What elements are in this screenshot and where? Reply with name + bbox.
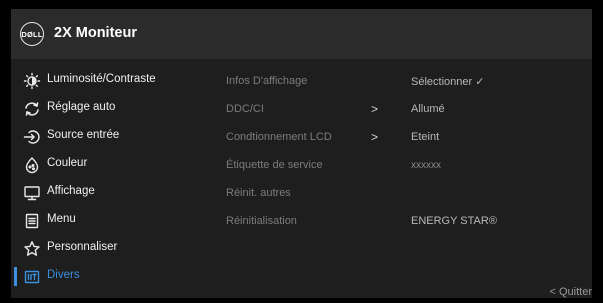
dell-logo: DØLL <box>20 22 44 46</box>
sidebar-item-label: Menu <box>47 213 76 225</box>
auto-adjust-icon <box>23 100 41 118</box>
display-icon <box>23 184 41 202</box>
others-icon <box>23 268 41 286</box>
display-info-select[interactable]: Sélectionner ✓ <box>411 75 484 88</box>
sidebar-item-label: Luminosité/Contraste <box>47 73 156 85</box>
service-tag-value: xxxxxx <box>411 160 441 171</box>
submenu-item-factory-reset[interactable]: Réinitialisation <box>226 215 297 227</box>
ddc-ci-value: Allumé <box>411 103 445 115</box>
brightness-icon <box>23 72 41 90</box>
sidebar-item-label: Source entrée <box>47 129 120 141</box>
chevron-right-icon[interactable]: > <box>371 102 378 116</box>
input-source-icon <box>23 128 41 146</box>
energy-star-label: ENERGY STAR® <box>411 215 497 227</box>
sidebar-item-display[interactable]: Affichage <box>11 179 201 207</box>
sidebar-item-color[interactable]: Couleur <box>11 151 201 179</box>
submenu-item-service-tag[interactable]: Étiquette de service <box>226 159 323 171</box>
sidebar-item-auto-adjust[interactable]: Réglage auto <box>11 95 201 123</box>
page-title: 2X Moniteur <box>54 25 137 41</box>
star-icon <box>23 240 41 258</box>
lcd-conditioning-value: Eteint <box>411 131 440 143</box>
chevron-right-icon[interactable]: > <box>371 130 378 144</box>
quit-button[interactable]: < Quitter <box>550 286 593 298</box>
active-indicator <box>14 267 17 286</box>
sidebar-item-label: Divers <box>47 269 80 281</box>
sidebar-item-personalize[interactable]: Personnaliser <box>11 235 201 263</box>
submenu-item-display-info[interactable]: Infos D'affichage <box>226 75 307 87</box>
submenu-item-lcd-conditioning[interactable]: Condtionnement LCD <box>226 131 332 143</box>
sidebar-item-label: Couleur <box>47 157 88 169</box>
osd-header: DØLL 2X Moniteur <box>11 9 592 59</box>
sidebar-item-others[interactable]: Divers <box>11 263 201 291</box>
menu-icon <box>23 212 41 230</box>
sidebar-item-label: Réglage auto <box>47 101 116 113</box>
submenu-item-ddc-ci[interactable]: DDC/CI <box>226 103 264 115</box>
sidebar-item-brightness-contrast[interactable]: Luminosité/Contraste <box>11 67 201 95</box>
sidebar-item-menu[interactable]: Menu <box>11 207 201 235</box>
color-palette-icon <box>23 156 41 174</box>
submenu-item-reset-others[interactable]: Réinit. autres <box>226 187 291 199</box>
sidebar-item-label: Personnaliser <box>47 241 118 253</box>
osd-menu: DØLL 2X Moniteur Luminosité/Contraste Ré… <box>11 9 592 298</box>
sidebar-item-input-source[interactable]: Source entrée <box>11 123 201 151</box>
sidebar-item-label: Affichage <box>47 185 95 197</box>
